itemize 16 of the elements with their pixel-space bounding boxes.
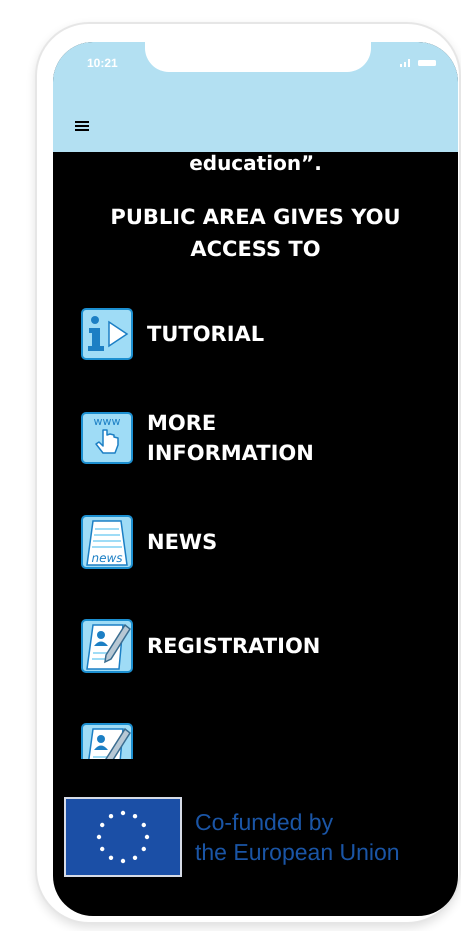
menu-link[interactable]: TUTORIAL <box>147 318 264 350</box>
intro-text: education”. <box>189 152 322 175</box>
menu-link[interactable]: MORE INFORMATION <box>147 408 357 468</box>
menu-link[interactable]: REGISTRATION <box>147 630 320 662</box>
menu-link[interactable]: NEWS <box>147 526 218 558</box>
registration-form-icon <box>81 619 133 673</box>
funding-text: Co-funded by the European Union <box>195 808 400 867</box>
status-time: 10:21 <box>87 56 118 70</box>
newspaper-icon: news <box>81 515 133 569</box>
info-play-icon <box>81 308 133 360</box>
menu-icon[interactable] <box>75 120 89 132</box>
battery-icon <box>418 60 436 66</box>
signal-icon <box>400 59 412 67</box>
web-click-icon: www <box>81 412 133 464</box>
eu-flag-icon <box>64 797 182 877</box>
section-heading: PUBLIC AREA GIVES YOU ACCESS TO <box>109 204 402 263</box>
